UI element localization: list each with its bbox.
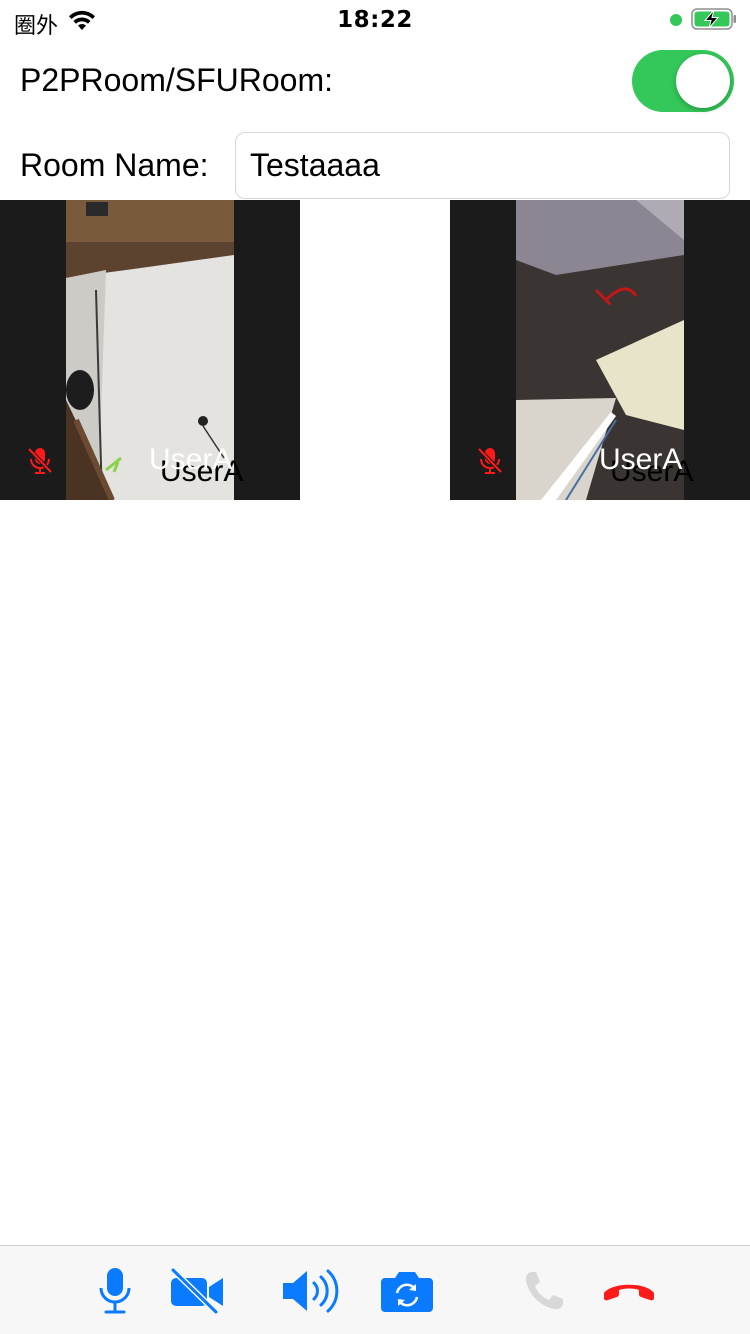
user-name-label: UserA (599, 443, 683, 476)
room-name-label: Room Name: (20, 147, 209, 183)
room-name-input[interactable] (235, 132, 730, 199)
microphone-icon (99, 1268, 131, 1314)
switch-camera-button[interactable] (380, 1264, 434, 1318)
toggle-knob (676, 54, 730, 108)
video-tile[interactable]: UserA UserA (0, 200, 300, 500)
speaker-button[interactable] (280, 1264, 342, 1318)
clock: 18:22 (337, 7, 413, 33)
call-button[interactable] (522, 1264, 566, 1318)
room-type-label: P2PRoom/SFURoom: (20, 62, 333, 98)
camera-switch-icon (381, 1272, 433, 1312)
room-type-toggle[interactable] (632, 50, 734, 112)
privacy-indicator-dot (670, 14, 682, 26)
speaker-icon (283, 1269, 339, 1313)
mic-muted-icon (27, 447, 53, 474)
end-call-button[interactable] (602, 1264, 656, 1318)
call-icon (525, 1272, 563, 1310)
microphone-button[interactable] (96, 1264, 134, 1318)
status-bar: 圈外 18:22 (0, 0, 750, 40)
mic-muted-icon (477, 447, 503, 474)
user-name-label: UserA (149, 443, 233, 476)
video-tile[interactable]: UserA UserA (450, 200, 750, 500)
video-toggle-button[interactable] (168, 1264, 226, 1318)
battery-charging-icon (691, 8, 736, 30)
video-off-icon (170, 1268, 223, 1314)
end-call-icon (604, 1284, 654, 1301)
call-toolbar (0, 1245, 750, 1334)
